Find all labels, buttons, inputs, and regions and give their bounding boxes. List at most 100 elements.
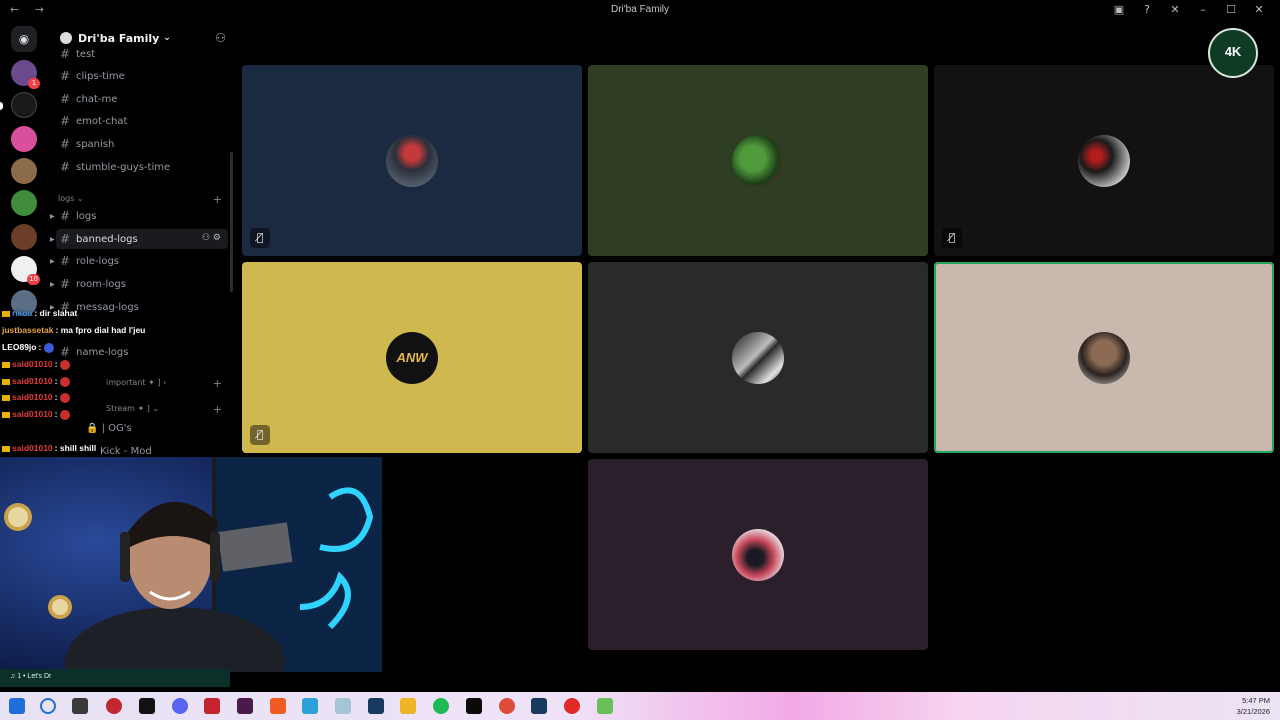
caret-right-icon: ▶ [50, 280, 55, 288]
server-icon[interactable]: 1 [11, 60, 40, 89]
hash-icon: # [60, 254, 71, 268]
minimize-button[interactable]: – [1196, 3, 1210, 16]
app-icon[interactable] [237, 698, 253, 714]
server-icon-active[interactable] [11, 92, 37, 118]
channel-item[interactable]: # test [56, 44, 228, 64]
search-icon[interactable] [40, 698, 56, 714]
participant-avatar [732, 332, 784, 384]
channel-item-logs[interactable]: ▶ # logs [50, 206, 228, 226]
notion-icon[interactable] [139, 698, 155, 714]
caret-right-icon: ▶ [50, 235, 55, 243]
maximize-button[interactable]: ☐ [1224, 3, 1238, 16]
video-tile[interactable] [588, 65, 928, 256]
video-tile[interactable]: 🎙̸ [934, 65, 1274, 256]
sidebar-scrollbar[interactable] [230, 152, 233, 292]
app-icon[interactable] [564, 698, 580, 714]
channel-settings-icon[interactable]: ⚇⚙ [202, 233, 224, 243]
app-icon[interactable] [466, 698, 482, 714]
system-clock[interactable]: 5:47 PM 3/21/2026 [1237, 695, 1270, 717]
video-tile-speaking[interactable] [934, 262, 1274, 453]
tools-icon[interactable]: ✕ [1168, 3, 1182, 16]
discord-icon[interactable] [172, 698, 188, 714]
app-icon[interactable] [335, 698, 351, 714]
server-badge-icon [60, 32, 72, 44]
video-tile[interactable] [588, 262, 928, 453]
video-tile[interactable]: 🎙̸ [242, 65, 582, 256]
server-icon[interactable]: 10 [11, 256, 40, 285]
mic-off-icon: 🎙̸ [250, 228, 270, 248]
add-channel-icon[interactable]: + [213, 377, 222, 390]
hash-icon: # [60, 209, 71, 223]
server-name: Dri'ba Family [78, 31, 160, 45]
stream-chat-overlay: rikoa: dir slahat justbassetak: ma fpro … [0, 308, 180, 458]
server-icon[interactable] [11, 190, 37, 216]
participant-avatar [732, 529, 784, 581]
hash-icon: # [60, 69, 71, 83]
hash-icon: # [60, 160, 71, 174]
window-controls: ▣ ? ✕ – ☐ ✕ [1112, 3, 1266, 16]
chat-message: said01010: shill shill [2, 443, 96, 453]
video-tile[interactable]: ANW 🎙̸ [242, 262, 582, 453]
help-icon[interactable]: ? [1140, 3, 1154, 16]
hash-icon: # [60, 114, 71, 128]
app-icon[interactable] [204, 698, 220, 714]
channel-item[interactable]: ▶ # room-logs [50, 274, 228, 294]
chat-message: LEO89jo: [2, 342, 54, 353]
caret-right-icon: ▶ [50, 212, 55, 220]
chrome-icon[interactable] [499, 698, 515, 714]
folder-icon[interactable] [400, 698, 416, 714]
app-icon[interactable] [597, 698, 613, 714]
streamer-logo: 4K [1208, 28, 1258, 78]
steam-icon[interactable] [531, 698, 547, 714]
category-logs[interactable]: logs ⌄ + [58, 193, 226, 206]
spotify-icon[interactable] [433, 698, 449, 714]
hash-icon: # [60, 92, 71, 106]
invite-people-icon[interactable]: ⚇ [215, 31, 226, 45]
server-icon[interactable] [11, 126, 37, 152]
channel-item[interactable]: # stumble-guys-time [56, 157, 228, 177]
participant-avatar [732, 135, 784, 187]
chevron-down-icon: ⌄ [163, 33, 171, 43]
channel-item[interactable]: # chat-me [56, 89, 228, 109]
server-icon[interactable] [11, 158, 37, 184]
server-icon[interactable] [11, 224, 37, 250]
screen: ← → Dri'ba Family ▣ ? ✕ – ☐ ✕ ◉ 1 10 Dri… [0, 0, 1280, 720]
chat-message: said01010: [2, 409, 70, 420]
video-tile[interactable] [588, 459, 928, 650]
unread-badge: 1 [28, 78, 40, 89]
mic-off-icon: 🎙̸ [942, 228, 962, 248]
channel-item[interactable]: # emot-chat [56, 111, 228, 131]
webcam-feed [0, 457, 382, 672]
chat-message: rikoa: dir slahat [2, 308, 77, 318]
video-grid: 🎙̸ 🎙̸ ANW 🎙̸ [236, 22, 1280, 692]
chat-message: said01010: [2, 376, 70, 387]
channel-item[interactable]: # clips-time [56, 66, 228, 86]
channel-item[interactable]: # spanish [56, 134, 228, 154]
participant-avatar: ANW [386, 332, 438, 384]
hash-icon: # [60, 137, 71, 151]
app-icon[interactable] [106, 698, 122, 714]
task-view-icon[interactable] [72, 698, 88, 714]
channel-item[interactable]: ▶ # role-logs [50, 251, 228, 271]
add-channel-icon[interactable]: + [213, 193, 222, 206]
add-channel-icon[interactable]: + [213, 403, 222, 416]
participant-avatar [386, 135, 438, 187]
caret-right-icon: ▶ [50, 257, 55, 265]
discord-home-icon[interactable]: ◉ [11, 26, 37, 52]
chat-message: said01010: [2, 359, 70, 370]
mic-off-icon: 🎙̸ [250, 425, 270, 445]
participant-avatar [1078, 332, 1130, 384]
close-button[interactable]: ✕ [1252, 3, 1266, 16]
brave-icon[interactable] [270, 698, 286, 714]
channel-item-banned-logs[interactable]: ▶ # banned-logs ⚇⚙ [50, 229, 228, 249]
windows-start-icon[interactable] [9, 698, 25, 714]
steam-icon[interactable] [368, 698, 384, 714]
window-titlebar: ← → Dri'ba Family ▣ ? ✕ – ☐ ✕ [0, 0, 1280, 22]
chat-message: said01010: [2, 392, 70, 403]
app-icon[interactable] [302, 698, 318, 714]
taskbar: 5:47 PM 3/21/2026 [0, 692, 1280, 720]
inbox-icon[interactable]: ▣ [1112, 3, 1126, 16]
music-widget: ♫ 1 • Let's Dr [0, 669, 230, 687]
hash-icon: # [60, 277, 71, 291]
unread-badge: 10 [27, 274, 40, 285]
